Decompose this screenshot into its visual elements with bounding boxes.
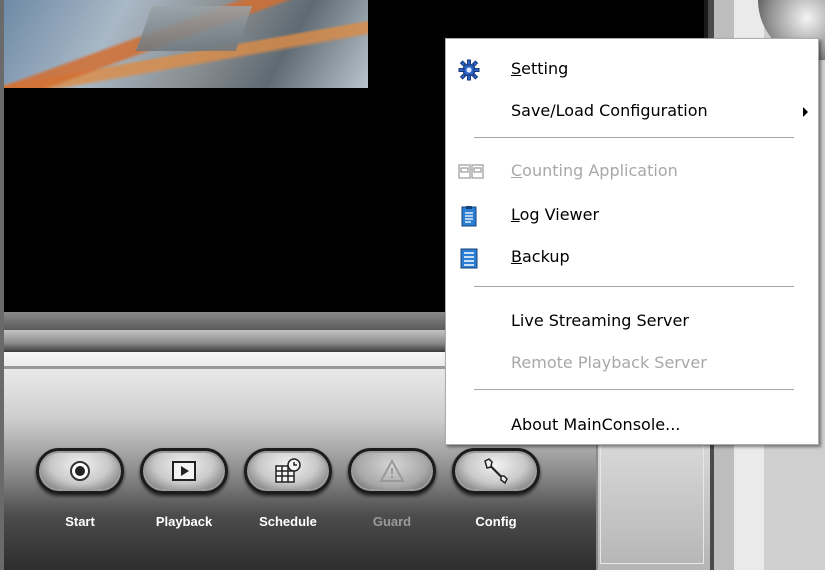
camera-preview[interactable] bbox=[4, 0, 368, 88]
menu-item-label: Save/Load Configuration bbox=[511, 101, 708, 120]
submenu-arrow-icon bbox=[803, 107, 808, 117]
menu-item-backup[interactable]: Backup bbox=[446, 239, 818, 275]
menu-item-label: Counting Application bbox=[511, 161, 678, 180]
guard-label: Guard bbox=[372, 514, 412, 529]
menu-item-label: Remote Playback Server bbox=[511, 353, 707, 372]
schedule-icon bbox=[242, 448, 334, 494]
record-icon bbox=[34, 448, 126, 494]
config-button[interactable]: Config bbox=[450, 448, 542, 534]
menu-item-log-viewer[interactable]: Log Viewer bbox=[446, 197, 818, 233]
main-toolbar: Start Playback Schedule Guard Config bbox=[34, 448, 554, 548]
menu-item-remote-playback-server[interactable]: Remote Playback Server bbox=[446, 345, 818, 381]
playback-button[interactable]: Playback bbox=[138, 448, 230, 534]
side-panel-frame bbox=[600, 444, 704, 564]
guard-button[interactable]: Guard bbox=[346, 448, 438, 534]
menu-item-label: Backup bbox=[511, 247, 570, 266]
menu-item-live-streaming-server[interactable]: Live Streaming Server bbox=[446, 303, 818, 339]
menu-item-label: Setting bbox=[511, 59, 569, 78]
counter-icon bbox=[458, 161, 484, 183]
menu-separator bbox=[474, 389, 794, 391]
menu-item-about-mainconsole[interactable]: About MainConsole... bbox=[446, 407, 818, 443]
wrench-icon bbox=[450, 448, 542, 494]
gear-icon bbox=[458, 59, 480, 81]
start-label: Start bbox=[65, 514, 95, 529]
menu-item-label: About MainConsole... bbox=[511, 415, 681, 434]
config-context-menu: Setting Save/Load Configuration Counting… bbox=[445, 38, 819, 445]
menu-separator bbox=[474, 137, 794, 139]
menu-item-setting[interactable]: Setting bbox=[446, 51, 818, 87]
config-label: Config bbox=[475, 514, 517, 529]
menu-item-counting-application[interactable]: Counting Application bbox=[446, 153, 818, 189]
menu-item-label: Log Viewer bbox=[511, 205, 600, 224]
playback-label: Playback bbox=[155, 514, 213, 529]
menu-separator bbox=[474, 286, 794, 288]
clipboard-icon bbox=[458, 205, 480, 227]
play-icon bbox=[138, 448, 230, 494]
schedule-button[interactable]: Schedule bbox=[242, 448, 334, 534]
start-button[interactable]: Start bbox=[34, 448, 126, 534]
list-icon bbox=[458, 247, 480, 269]
warning-icon bbox=[346, 448, 438, 494]
menu-item-label: Live Streaming Server bbox=[511, 311, 689, 330]
menu-item-save-load-configuration[interactable]: Save/Load Configuration bbox=[446, 93, 818, 129]
schedule-label: Schedule bbox=[259, 514, 317, 529]
